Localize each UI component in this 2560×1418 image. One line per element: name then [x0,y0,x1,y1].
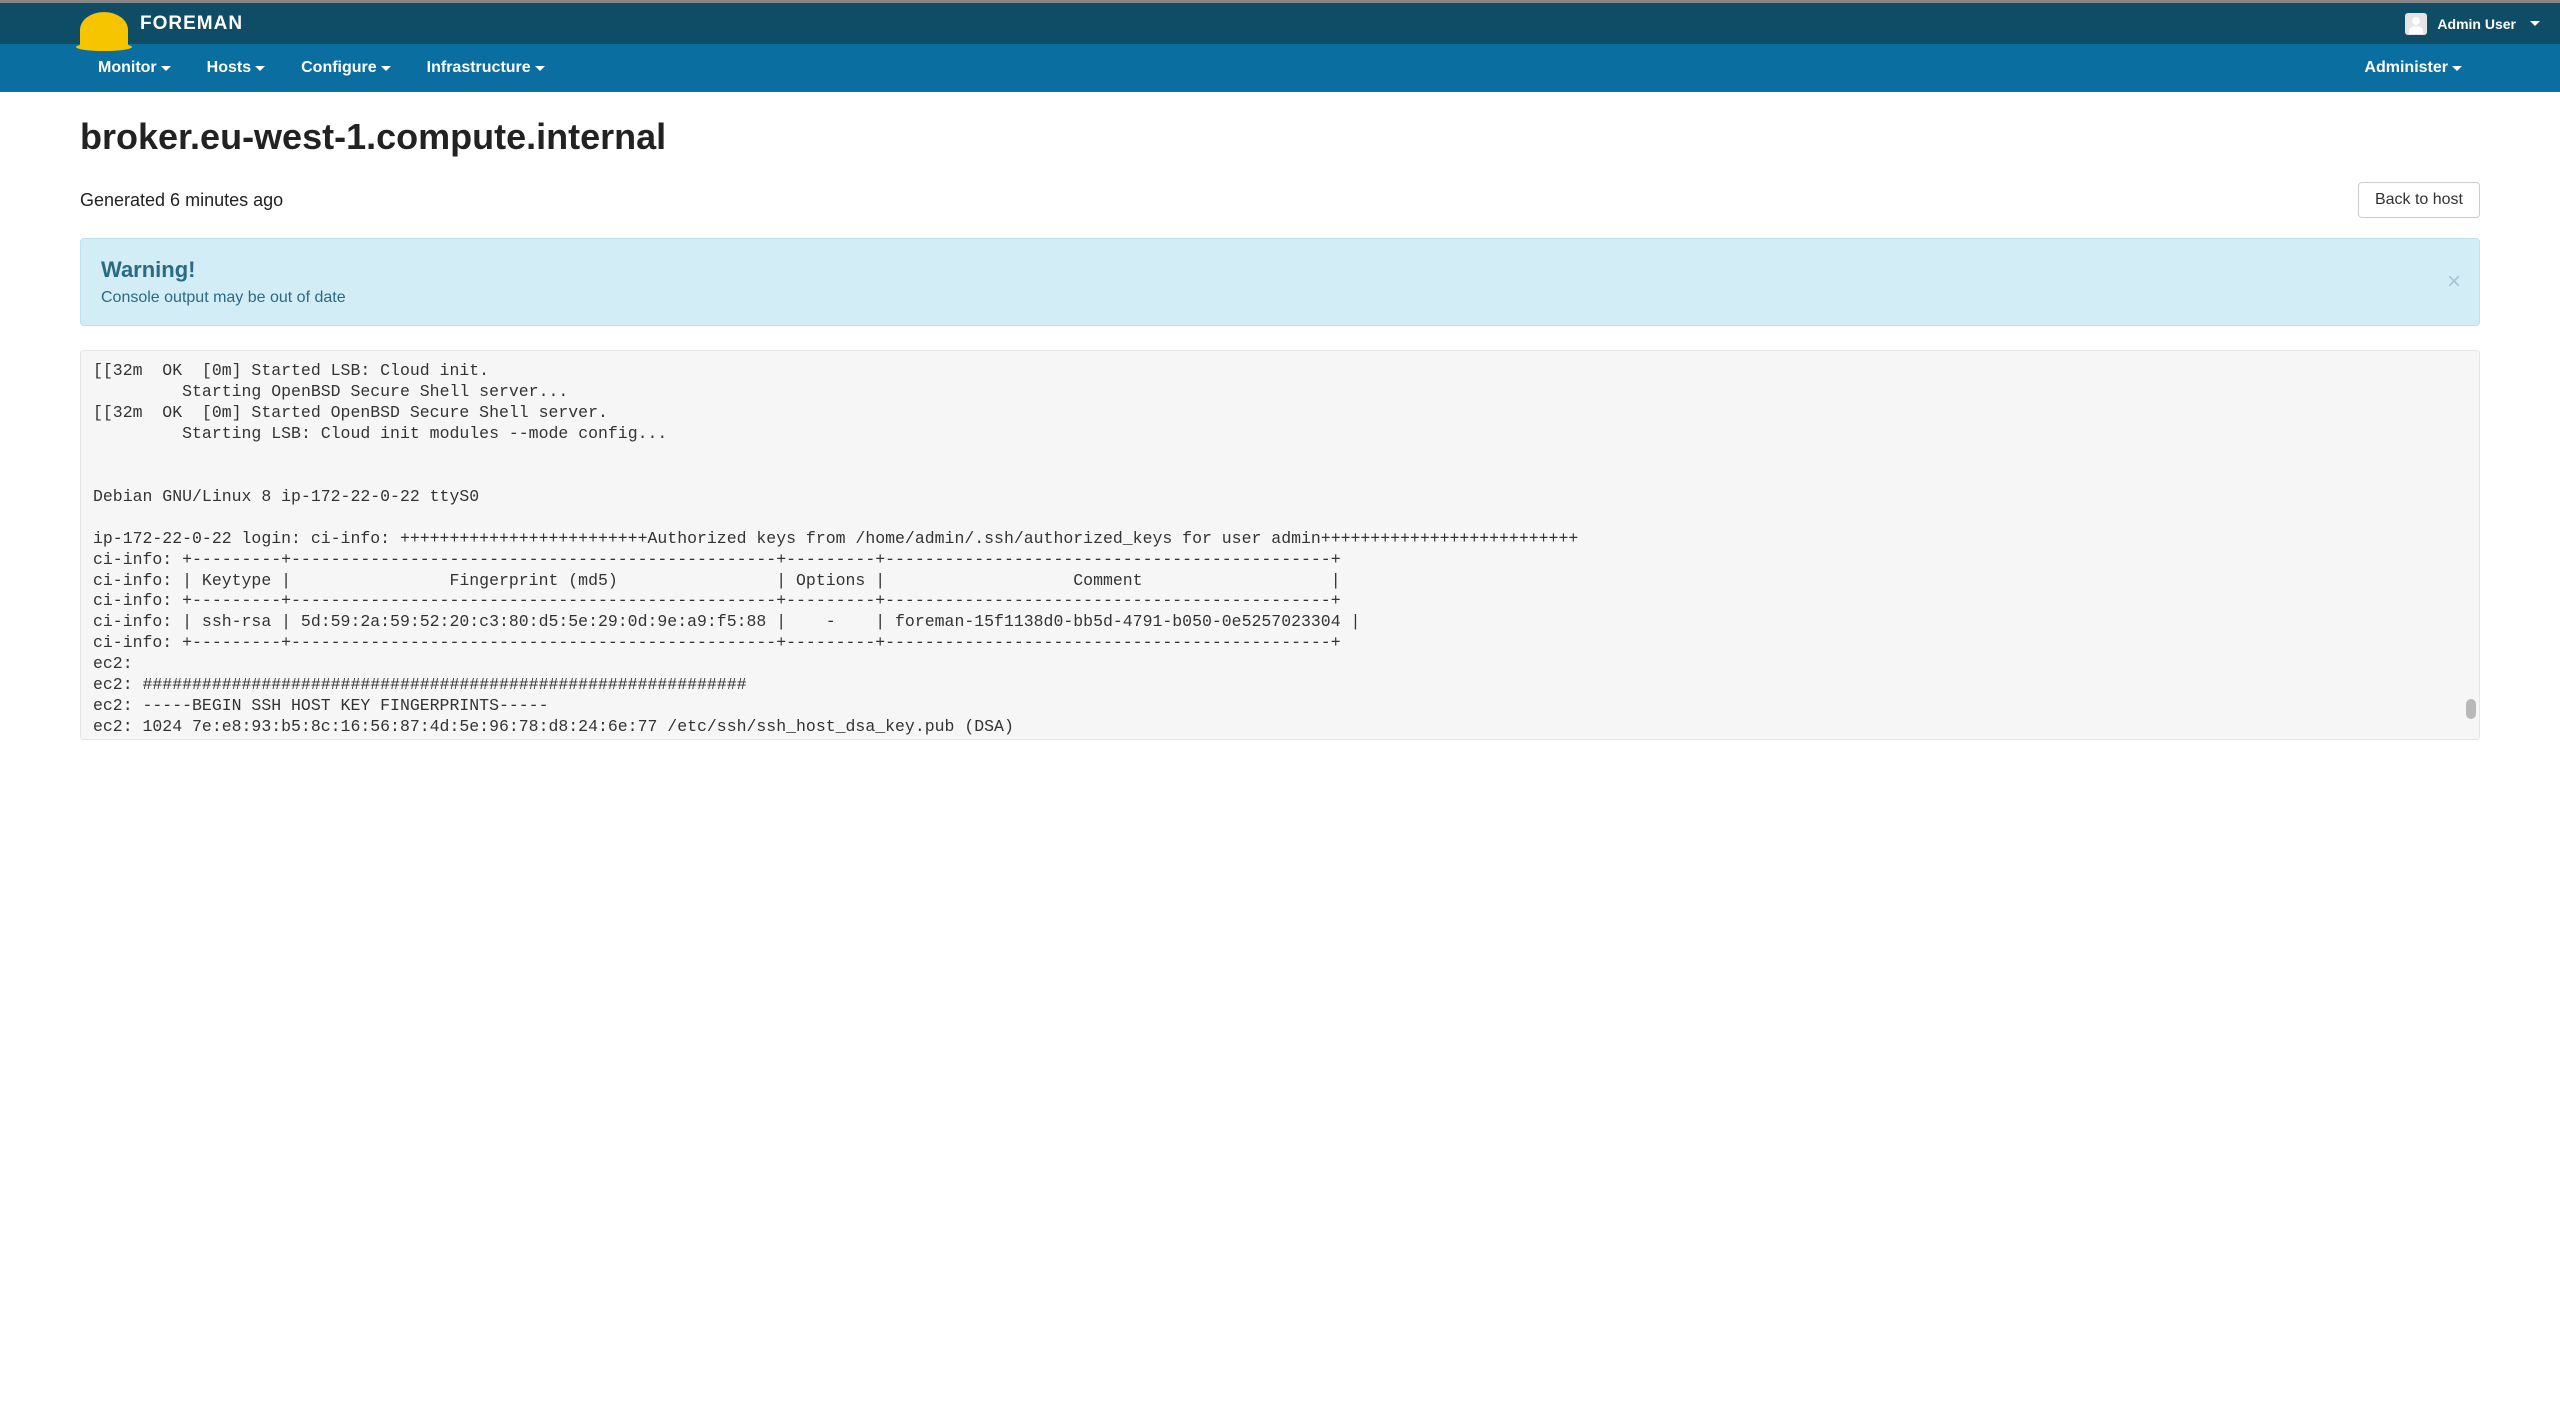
close-icon[interactable]: × [2447,268,2461,296]
topbar: FOREMAN Admin User [0,0,2560,44]
nav-hosts[interactable]: Hosts [189,44,283,92]
caret-down-icon [2530,21,2540,26]
user-name: Admin User [2437,16,2516,32]
topbar-left: FOREMAN [80,12,243,36]
generated-timestamp: Generated 6 minutes ago [80,190,283,211]
nav-label: Configure [301,59,377,77]
logo-icon [80,12,128,48]
back-to-host-button[interactable]: Back to host [2358,182,2480,218]
brand-name: FOREMAN [140,13,243,35]
console-text: [[32m OK [0m] Started LSB: Cloud init. S… [81,351,2479,740]
caret-down-icon [535,66,545,71]
navbar: Monitor Hosts Configure Infrastructure A… [0,44,2560,92]
scrollbar-thumb[interactable] [2466,699,2476,719]
nav-administer[interactable]: Administer [2346,44,2480,92]
page-title: broker.eu-west-1.compute.internal [80,116,2480,158]
console-output[interactable]: [[32m OK [0m] Started LSB: Cloud init. S… [80,350,2480,740]
caret-down-icon [255,66,265,71]
nav-label: Infrastructure [427,59,531,77]
avatar-icon [2405,13,2427,35]
alert-body: Console output may be out of date [101,289,2459,307]
nav-configure[interactable]: Configure [283,44,409,92]
alert-title: Warning! [101,257,2459,283]
caret-down-icon [2452,66,2462,71]
caret-down-icon [381,66,391,71]
nav-label: Hosts [207,59,251,77]
nav-label: Administer [2364,59,2448,77]
caret-down-icon [161,66,171,71]
subheader: Generated 6 minutes ago Back to host [80,182,2480,218]
nav-label: Monitor [98,59,157,77]
nav-infrastructure[interactable]: Infrastructure [409,44,563,92]
nav-monitor[interactable]: Monitor [80,44,189,92]
content: broker.eu-west-1.compute.internal Genera… [0,92,2560,764]
warning-alert: Warning! Console output may be out of da… [80,238,2480,326]
user-menu[interactable]: Admin User [2405,13,2540,35]
